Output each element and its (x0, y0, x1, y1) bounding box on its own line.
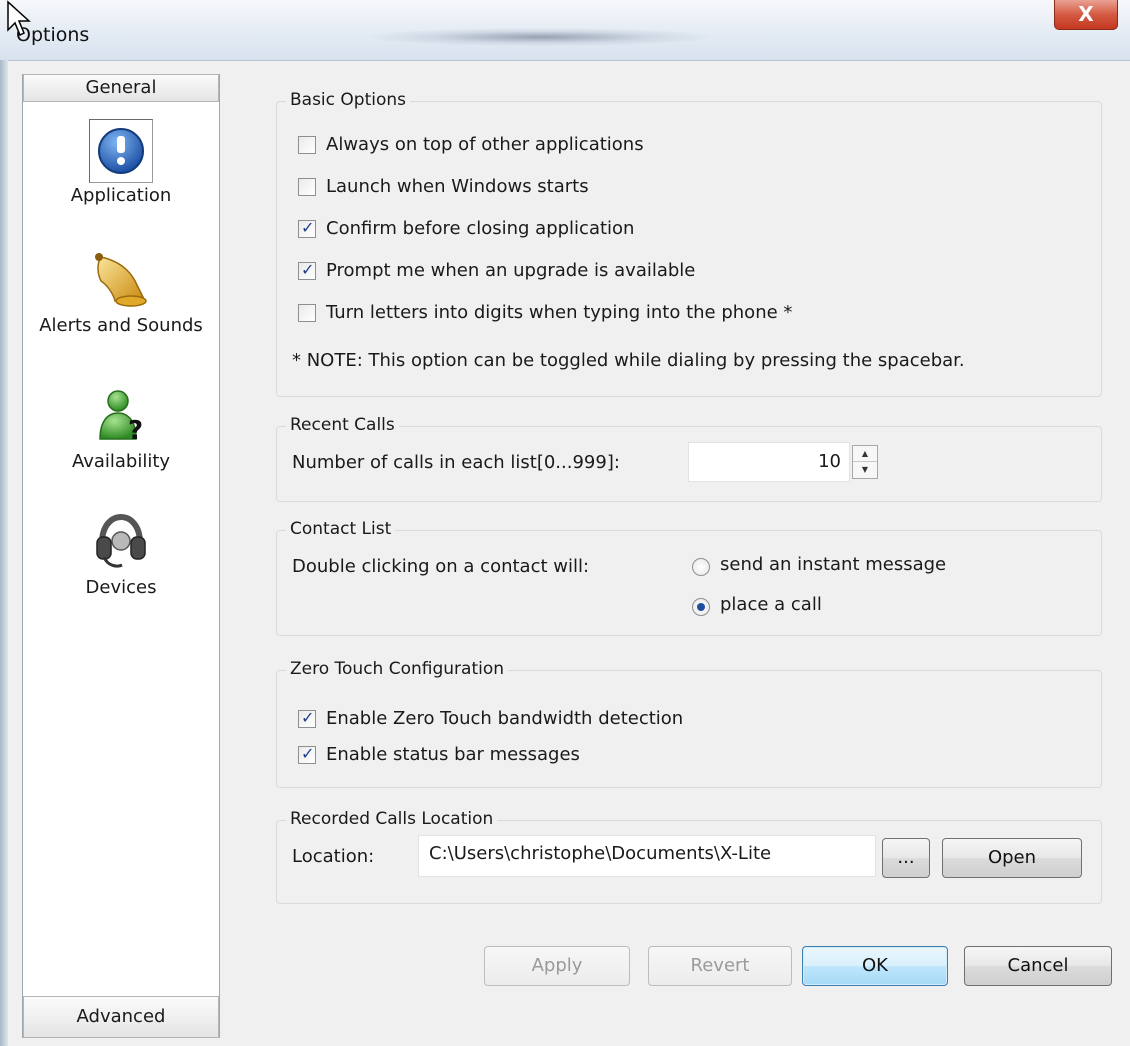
radio-label: place a call (720, 594, 822, 615)
radio-place-call[interactable] (692, 598, 710, 616)
option-label: Enable Zero Touch bandwidth detection (326, 708, 684, 729)
sidebar-item-application[interactable]: Application (23, 123, 219, 206)
info-icon (98, 128, 144, 174)
location-label: Location: (292, 846, 375, 867)
checkbox-letters-to-digits[interactable] (298, 304, 316, 322)
checkbox-zero-touch-bandwidth[interactable] (298, 708, 316, 728)
sidebar: General Application Alerts and Sounds ? … (22, 74, 220, 1038)
sidebar-header-general[interactable]: General (23, 74, 219, 102)
radio-label: send an instant message (720, 554, 947, 575)
recent-calls-spinner[interactable]: ▲ ▼ (852, 445, 878, 479)
cancel-button[interactable]: Cancel (964, 946, 1112, 986)
checkbox-always-on-top[interactable] (298, 136, 316, 154)
title-glow (370, 28, 710, 46)
contact-list-label: Double clicking on a contact will: (292, 556, 590, 577)
group-title-basic-options: Basic Options (286, 90, 411, 110)
window-left-edge (0, 60, 8, 1046)
sidebar-item-label: Availability (71, 451, 171, 472)
title-bar: Options X (0, 0, 1130, 60)
option-label: Launch when Windows starts (326, 176, 589, 197)
option-label: Enable status bar messages (326, 744, 580, 765)
group-title-recent-calls: Recent Calls (286, 415, 399, 435)
recent-calls-label: Number of calls in each list[0...999]: (292, 452, 620, 473)
basic-options-note: * NOTE: This option can be toggled while… (292, 350, 965, 371)
radio-send-instant-message[interactable] (692, 558, 710, 576)
mouse-cursor-icon (7, 0, 31, 37)
option-label: Prompt me when an upgrade is available (326, 260, 696, 281)
sidebar-item-availability[interactable]: ? Availability (23, 387, 219, 472)
group-contact-list (276, 530, 1102, 636)
bell-icon (95, 253, 147, 307)
revert-button[interactable]: Revert (648, 946, 792, 986)
apply-button[interactable]: Apply (484, 946, 630, 986)
recent-calls-count-input[interactable]: 10 (688, 442, 850, 482)
sidebar-item-label: Alerts and Sounds (39, 315, 203, 336)
availability-icon: ? (99, 390, 143, 445)
checkbox-status-bar-messages[interactable] (298, 744, 316, 764)
sidebar-item-label: Devices (85, 577, 157, 598)
option-label: Always on top of other applications (326, 134, 644, 155)
sidebar-item-alerts-and-sounds[interactable]: Alerts and Sounds (23, 251, 219, 336)
sidebar-item-label: Application (70, 185, 172, 206)
checkbox-prompt-upgrade[interactable] (298, 260, 316, 280)
spin-up-icon[interactable]: ▲ (853, 446, 877, 462)
sidebar-header-advanced[interactable]: Advanced (23, 996, 219, 1038)
spin-down-icon[interactable]: ▼ (853, 462, 877, 478)
browse-button[interactable]: ... (882, 838, 930, 878)
checkbox-launch-on-start[interactable] (298, 178, 316, 196)
option-label: Confirm before closing application (326, 218, 635, 239)
option-label: Turn letters into digits when typing int… (326, 302, 793, 323)
group-title-contact-list: Contact List (286, 519, 396, 539)
group-title-zero-touch: Zero Touch Configuration (286, 659, 509, 679)
open-button[interactable]: Open (942, 838, 1082, 878)
headset-icon (96, 513, 146, 568)
ok-button[interactable]: OK (802, 946, 948, 986)
sidebar-item-devices[interactable]: Devices (23, 511, 219, 598)
svg-text:?: ? (128, 416, 143, 445)
location-input[interactable]: C:\Users\christophe\Documents\X-Lite (418, 835, 876, 877)
group-zero-touch (276, 670, 1102, 788)
close-button[interactable]: X (1054, 0, 1118, 30)
group-title-recorded-calls: Recorded Calls Location (286, 809, 498, 829)
checkbox-confirm-close[interactable] (298, 218, 316, 238)
